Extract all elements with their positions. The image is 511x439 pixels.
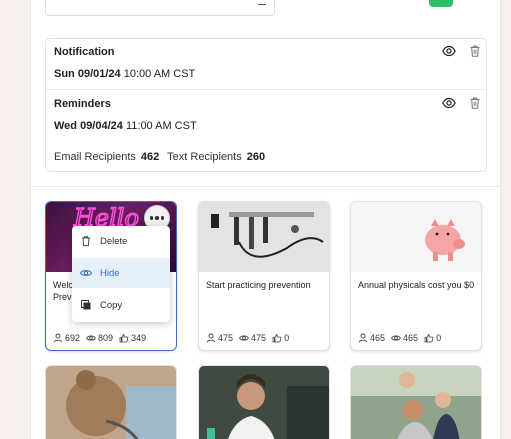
menu-item-label: Delete: [100, 235, 128, 247]
likes-count: 349: [131, 333, 147, 343]
eye-icon: [86, 335, 96, 341]
users-stat: 475: [206, 333, 233, 343]
reminders-datetime: Wed 09/04/24 11:00 AM CST: [54, 120, 197, 132]
divider: [31, 186, 500, 187]
notification-time: 10:00 AM CST: [123, 68, 196, 80]
likes-stat: 349: [119, 333, 146, 343]
card-stats: 475 475 0: [206, 333, 289, 343]
users-count: 465: [370, 333, 386, 343]
menu-item-label: Hide: [100, 267, 120, 279]
content-card[interactable]: [45, 365, 177, 439]
email-recipients-count: 462: [140, 151, 160, 163]
likes-stat: 0: [424, 333, 441, 343]
views-stat: 809: [86, 333, 113, 343]
reminders-date: Wed 09/04/24: [54, 120, 123, 132]
reminders-title: Reminders: [54, 98, 111, 110]
eye-icon: [239, 335, 249, 341]
recipients-row: Email Recipients 462 Text Recipients 260: [54, 151, 270, 163]
hand-icon: [424, 333, 434, 343]
chevron-down-icon: [258, 1, 266, 5]
email-recipients-label: Email Recipients: [54, 151, 136, 163]
reminders-time: 11:00 AM CST: [125, 120, 197, 132]
hand-icon: [119, 333, 129, 343]
user-icon: [358, 333, 368, 343]
users-count: 692: [65, 333, 81, 343]
card-image-family: [351, 366, 481, 439]
notification-datetime: Sun 09/01/24 10:00 AM CST: [54, 68, 195, 80]
user-icon: [53, 333, 63, 343]
trash-icon[interactable]: [468, 44, 482, 58]
content-card[interactable]: [350, 365, 482, 439]
card-image-doctor: [199, 366, 329, 439]
schedule-card: Notification Sun 09/01/24 10:00 AM CST R…: [45, 38, 487, 172]
hand-icon: [272, 333, 282, 343]
piggy-bank-image: [351, 202, 481, 272]
menu-item-copy[interactable]: Copy: [72, 290, 170, 320]
card-context-menu: Delete Hide Copy: [72, 226, 170, 322]
views-stat: 475: [239, 333, 266, 343]
views-count: 465: [403, 333, 419, 343]
copy-icon: [81, 300, 91, 310]
users-count: 475: [218, 333, 234, 343]
medical-equipment-image: [199, 202, 329, 272]
card-image-teddy-bear: [46, 366, 176, 439]
content-card[interactable]: Start practicing prevention 475 475 0: [198, 201, 330, 351]
status-toggle[interactable]: [429, 0, 453, 7]
views-count: 809: [98, 333, 114, 343]
card-image-medical-wall: [199, 202, 329, 272]
dot-icon: [155, 216, 159, 220]
card-stats: 465 465 0: [358, 333, 441, 343]
card-title: Annual physicals cost you $0: [358, 280, 475, 290]
menu-item-delete[interactable]: Delete: [72, 226, 170, 256]
card-title: Start practicing prevention: [206, 280, 311, 290]
menu-item-hide[interactable]: Hide: [72, 258, 170, 288]
menu-item-label: Copy: [100, 299, 123, 311]
dot-icon: [160, 216, 165, 220]
views-count: 475: [251, 333, 267, 343]
trash-icon[interactable]: [468, 96, 482, 110]
likes-stat: 0: [272, 333, 289, 343]
content-card[interactable]: [198, 365, 330, 439]
card-image-piggy-bank: [351, 202, 481, 272]
likes-count: 0: [436, 333, 442, 343]
likes-count: 0: [284, 333, 290, 343]
divider: [46, 89, 486, 90]
text-recipients-label: Text Recipients: [167, 151, 242, 163]
notification-title: Notification: [54, 46, 115, 58]
eye-icon[interactable]: [442, 96, 456, 110]
views-stat: 465: [391, 333, 418, 343]
users-stat: 465: [358, 333, 385, 343]
eye-icon: [80, 270, 92, 276]
user-icon: [206, 333, 216, 343]
text-recipients-count: 260: [246, 151, 266, 163]
users-stat: 692: [53, 333, 80, 343]
content-panel: Notification Sun 09/01/24 10:00 AM CST R…: [30, 0, 501, 439]
notification-date: Sun 09/01/24: [54, 68, 121, 80]
eye-icon[interactable]: [442, 44, 456, 58]
top-select-input[interactable]: [45, 0, 275, 16]
eye-icon: [391, 335, 401, 341]
card-stats: 692 809 349: [53, 333, 146, 343]
trash-icon: [82, 236, 90, 247]
dot-icon: [149, 216, 154, 220]
content-card[interactable]: Annual physicals cost you $0 465 465 0: [350, 201, 482, 351]
